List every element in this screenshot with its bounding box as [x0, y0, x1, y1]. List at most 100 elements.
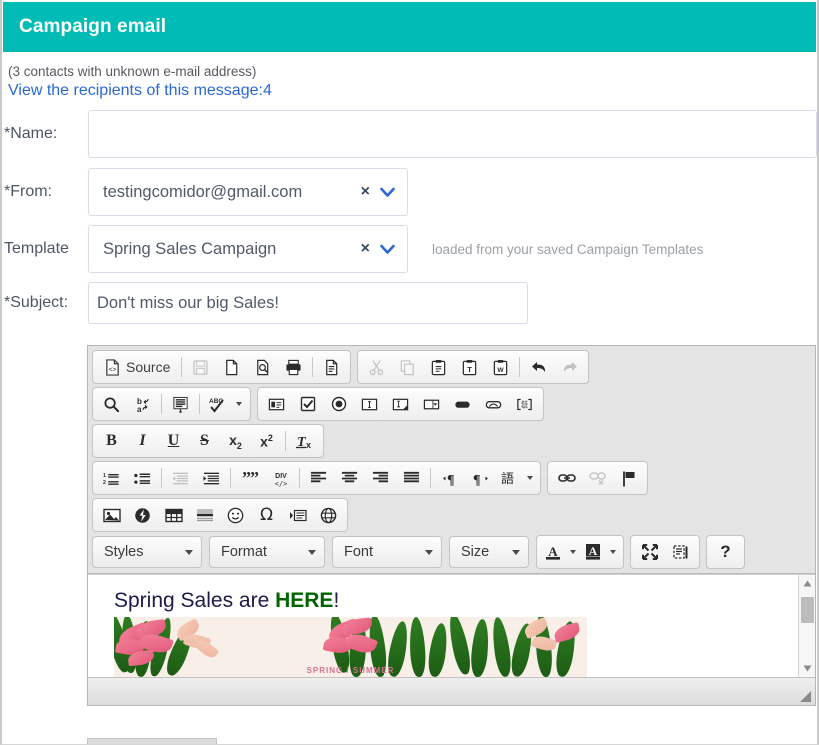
text-color-button[interactable]: A: [540, 538, 580, 566]
link-button[interactable]: [551, 464, 582, 492]
superscript-button[interactable]: x2: [251, 427, 282, 455]
preview-button[interactable]: [247, 353, 278, 381]
div-container-button[interactable]: DIV </>: [265, 464, 296, 492]
flash-button[interactable]: [127, 501, 158, 529]
paste-button[interactable]: [423, 353, 454, 381]
panel-header: Campaign email: [3, 2, 816, 52]
bulleted-list-button[interactable]: [127, 464, 158, 492]
language-button[interactable]: 語: [496, 464, 537, 492]
scroll-down-arrow-icon[interactable]: [799, 660, 815, 677]
align-center-button[interactable]: [334, 464, 365, 492]
text-field-button[interactable]: [354, 390, 385, 418]
image-button-button[interactable]: [478, 390, 509, 418]
horizontal-rule-button[interactable]: [189, 501, 220, 529]
chevron-down-icon: [185, 549, 193, 555]
decrease-indent-button[interactable]: [165, 464, 196, 492]
page-break-button[interactable]: [282, 501, 313, 529]
replace-button[interactable]: ba: [127, 390, 158, 418]
paste-text-button[interactable]: T: [454, 353, 485, 381]
textarea-button[interactable]: [385, 390, 416, 418]
rich-text-editor: <> Source T W b a ABC B I U S x2 x2 T x …: [87, 345, 816, 706]
from-select[interactable]: testingcomidor@gmail.com ×: [88, 168, 408, 216]
show-blocks-button[interactable]: [665, 538, 696, 566]
clear-icon[interactable]: ×: [361, 184, 370, 200]
blockquote-button[interactable]: ””: [234, 464, 265, 492]
editor-vertical-scrollbar[interactable]: [798, 575, 815, 677]
name-label: *Name:: [4, 125, 58, 142]
editor-content-area[interactable]: Spring Sales are HERE! SPRING / SUMMER: [88, 574, 815, 677]
subscript-button[interactable]: x2: [220, 427, 251, 455]
iframe-button[interactable]: [313, 501, 344, 529]
form-button[interactable]: [261, 390, 292, 418]
remove-format-button[interactable]: Tx: [289, 427, 320, 455]
new-page-button[interactable]: [216, 353, 247, 381]
find-button[interactable]: [96, 390, 127, 418]
font-combo[interactable]: Font: [332, 536, 442, 568]
select-field-button[interactable]: [416, 390, 447, 418]
styles-combo-label: Styles: [104, 544, 144, 560]
bold-button[interactable]: B: [96, 427, 127, 455]
spellcheck-button[interactable]: ABC: [203, 390, 247, 418]
underline-button[interactable]: U: [158, 427, 189, 455]
checkbox-button[interactable]: [292, 390, 323, 418]
align-justify-button[interactable]: [396, 464, 427, 492]
copy-button[interactable]: [392, 353, 423, 381]
unlink-button[interactable]: [582, 464, 613, 492]
chevron-down-icon[interactable]: [380, 244, 395, 255]
background-color-button[interactable]: A: [580, 538, 620, 566]
select-all-button[interactable]: [165, 390, 196, 418]
italic-button[interactable]: I: [127, 427, 158, 455]
name-field[interactable]: [88, 110, 817, 158]
undo-button[interactable]: [523, 353, 554, 381]
align-right-button[interactable]: [365, 464, 396, 492]
resize-handle-icon[interactable]: [798, 689, 812, 703]
size-combo[interactable]: Size: [449, 536, 529, 568]
form-row-template: Template Spring Sales Campaign × loaded …: [2, 225, 817, 273]
save-button[interactable]: [185, 353, 216, 381]
templates-button[interactable]: [316, 353, 347, 381]
smiley-button[interactable]: [220, 501, 251, 529]
svg-text:DIV: DIV: [275, 473, 287, 480]
hidden-field-button[interactable]: [509, 390, 540, 418]
about-button[interactable]: ?: [710, 538, 741, 566]
banner-caption: SPRING / SUMMER: [306, 666, 395, 675]
maximize-button[interactable]: [634, 538, 665, 566]
table-button[interactable]: [158, 501, 189, 529]
omega-glyph: Ω: [260, 505, 273, 525]
strikethrough-button[interactable]: S: [189, 427, 220, 455]
separator: [430, 468, 431, 488]
increase-indent-button[interactable]: [196, 464, 227, 492]
ltr-button[interactable]: ¶: [434, 464, 465, 492]
cut-button[interactable]: [361, 353, 392, 381]
subject-value: Don't miss our big Sales!: [97, 293, 279, 312]
campaign-email-panel: Campaign email (3 contacts with unknown …: [0, 0, 819, 745]
toolbar-group-insert: Ω: [92, 498, 348, 532]
subject-label: *Subject:: [4, 294, 69, 311]
redo-button[interactable]: [554, 353, 585, 381]
image-button[interactable]: [96, 501, 127, 529]
italic-label: I: [139, 432, 146, 449]
campaign-form: *Name: *From: testingcomidor@gmail.com ×…: [2, 110, 817, 324]
toolbar-group-document: <> Source: [92, 350, 352, 384]
anchor-button[interactable]: [613, 464, 644, 492]
template-select[interactable]: Spring Sales Campaign ×: [88, 225, 408, 273]
clear-icon[interactable]: ×: [361, 241, 370, 257]
rtl-button[interactable]: ¶: [465, 464, 496, 492]
from-label: *From:: [4, 183, 52, 200]
paste-word-button[interactable]: W: [485, 353, 516, 381]
align-left-button[interactable]: [303, 464, 334, 492]
chevron-down-icon[interactable]: [380, 187, 395, 198]
scroll-up-arrow-icon[interactable]: [799, 575, 815, 592]
format-combo[interactable]: Format: [209, 536, 325, 568]
special-char-button[interactable]: Ω: [251, 501, 282, 529]
subject-field[interactable]: Don't miss our big Sales!: [88, 282, 528, 324]
radio-button[interactable]: [323, 390, 354, 418]
styles-combo[interactable]: Styles: [92, 536, 202, 568]
print-button[interactable]: [278, 353, 309, 381]
button-field-button[interactable]: [447, 390, 478, 418]
source-button[interactable]: <> Source: [96, 353, 178, 381]
view-recipients-link[interactable]: View the recipients of this message:4: [8, 82, 272, 100]
editor-document[interactable]: Spring Sales are HERE! SPRING / SUMMER: [88, 575, 794, 677]
numbered-list-button[interactable]: 12: [96, 464, 127, 492]
scrollbar-thumb[interactable]: [801, 597, 814, 623]
